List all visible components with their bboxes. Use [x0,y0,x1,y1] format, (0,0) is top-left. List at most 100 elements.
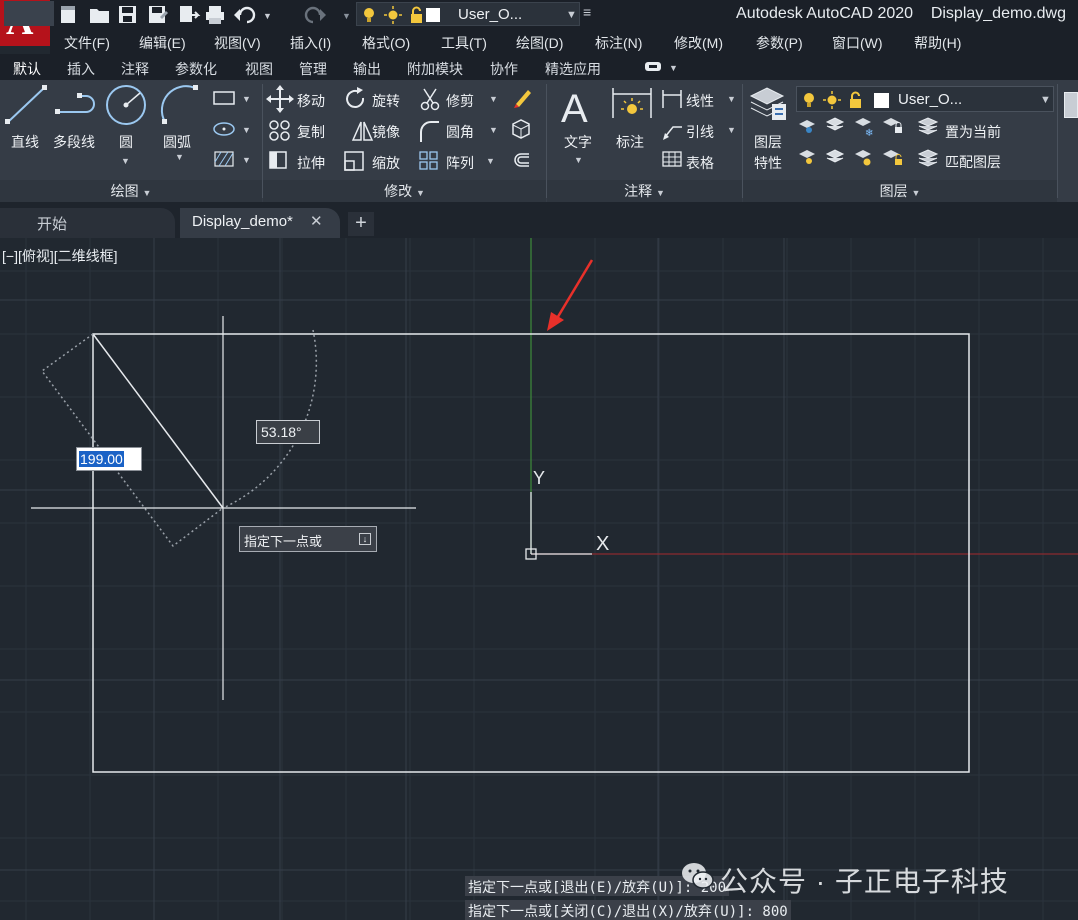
text-dropdown-icon[interactable]: ▼ [574,155,583,165]
circle-dropdown-icon[interactable]: ▼ [121,156,130,166]
stretch-icon[interactable] [269,151,287,169]
table-button[interactable]: 表格 [686,153,714,173]
ribbon-tab-addins[interactable]: 附加模块 [407,59,463,79]
scale-button[interactable]: 缩放 [372,153,400,173]
layer-freeze-icon[interactable]: ❄ [855,118,873,139]
fillet-dropdown-icon[interactable]: ▼ [489,125,498,135]
plot-icon[interactable] [206,6,224,24]
drawing-layer[interactable] [0,238,1078,920]
text-button[interactable]: 文字 [564,132,592,152]
line-button[interactable]: 直线 [11,132,39,152]
ribbon-tab-annotate[interactable]: 注释 [121,59,149,79]
layer-off-icon[interactable] [799,120,815,133]
mirror-icon[interactable] [351,121,374,141]
layer-walk-icon[interactable] [825,149,845,163]
menu-parametric[interactable]: 参数(P) [756,33,803,53]
annotation-panel-title[interactable]: 注释 ▼ [547,181,742,201]
fillet-icon[interactable] [420,121,439,142]
ribbon-tab-view[interactable]: 视图 [245,59,273,79]
arc-button[interactable]: 圆弧 [163,132,191,152]
ribbon-tab-insert[interactable]: 插入 [67,59,95,79]
polyline-icon[interactable] [55,93,95,114]
array-dropdown-icon[interactable]: ▼ [486,156,495,166]
menu-insert[interactable]: 插入(I) [290,33,331,53]
ribbon-tab-parametric[interactable]: 参数化 [175,59,217,79]
trim-button[interactable]: 修剪 [446,91,474,111]
redo-icon[interactable] [304,6,326,24]
menu-window[interactable]: 窗口(W) [832,33,883,53]
linear-button[interactable]: 线性 [686,91,714,111]
rectangle-dropdown-icon[interactable]: ▼ [242,94,251,104]
trim-dropdown-icon[interactable]: ▼ [489,94,498,104]
ribbon-tab-manage[interactable]: 管理 [299,59,327,79]
circle-button[interactable]: 圆 [119,132,133,152]
menu-dimension[interactable]: 标注(N) [595,33,642,53]
layer-isolate-icon[interactable] [825,117,845,131]
draw-panel-title[interactable]: 绘图 ▼ [0,181,262,201]
tab-start[interactable]: 开始 [0,208,175,238]
undo-icon[interactable] [234,6,256,24]
match-layer-icon[interactable] [917,149,939,167]
polyline-button[interactable]: 多段线 [53,132,95,152]
leader-icon[interactable] [663,126,682,140]
layer-properties-button[interactable]: 图层 [754,132,782,152]
move-button[interactable]: 移动 [297,91,325,111]
menu-file[interactable]: 文件(F) [64,33,110,53]
ribbon-minimize-button[interactable]: ▼ [643,60,683,74]
copy-icon[interactable] [269,120,290,141]
array-button[interactable]: 阵列 [446,153,474,173]
arc-dropdown-icon[interactable]: ▼ [175,152,184,162]
arc-icon[interactable] [160,85,198,124]
match-layer-button[interactable]: 匹配图层 [945,152,1001,172]
keyboard-down-icon[interactable]: ↓ [359,533,371,545]
ribbon-tab-collaborate[interactable]: 协作 [490,59,518,79]
fillet-button[interactable]: 圆角 [446,122,474,142]
save-icon[interactable] [119,6,136,23]
layers-panel-title[interactable]: 图层 ▼ [743,181,1057,201]
publish-icon[interactable] [180,6,201,22]
menu-modify[interactable]: 修改(M) [674,33,723,53]
set-current-icon[interactable] [917,117,939,135]
linear-dropdown-icon[interactable]: ▼ [727,94,736,104]
erase-icon[interactable] [514,90,531,108]
menu-view[interactable]: 视图(V) [214,33,261,53]
dimension-icon[interactable] [612,88,652,118]
scale-icon[interactable] [344,151,364,171]
leader-dropdown-icon[interactable]: ▼ [727,125,736,135]
block-panel-icon[interactable] [1064,92,1078,118]
line-icon[interactable] [5,85,47,124]
tab-display-demo[interactable]: Display_demo* ✕ [180,208,340,238]
ribbon-tab-default[interactable]: 默认 [13,59,41,79]
rotate-button[interactable]: 旋转 [372,91,400,111]
linear-dim-icon[interactable] [662,90,682,108]
layer-thaw-icon[interactable] [855,150,871,166]
menu-draw[interactable]: 绘图(D) [516,33,563,53]
set-current-layer-button[interactable]: 置为当前 [945,122,1001,142]
line-entity[interactable] [92,333,224,509]
menu-tools[interactable]: 工具(T) [441,33,487,53]
undo-dropdown-icon[interactable]: ▼ [263,11,272,21]
length-input[interactable]: 199.00 [76,447,142,471]
leader-button[interactable]: 引线 [686,122,714,142]
layer-on-icon[interactable] [799,150,815,164]
layer-lock-icon[interactable] [883,118,902,133]
move-icon[interactable] [266,85,294,113]
new-icon[interactable] [61,6,75,23]
mirror-button[interactable]: 镜像 [372,122,400,142]
ellipse-dropdown-icon[interactable]: ▼ [242,125,251,135]
text-icon[interactable]: A [561,87,588,131]
dimension-button[interactable]: 标注 [616,132,644,152]
rectangle-icon[interactable] [213,91,235,105]
close-icon[interactable]: ✕ [310,212,323,230]
menu-format[interactable]: 格式(O) [362,33,410,53]
ellipse-icon[interactable] [213,122,235,136]
angle-input[interactable]: 53.18° [256,420,320,444]
quick-layer-dropdown[interactable]: User_O... ▼ [356,2,580,26]
menu-edit[interactable]: 编辑(E) [139,33,186,53]
layer-unlock-icon[interactable] [883,150,902,165]
trim-icon[interactable] [420,88,440,111]
layer-properties-button-line2[interactable]: 特性 [754,153,782,173]
saveas-icon[interactable] [149,6,168,23]
table-icon[interactable] [662,151,682,167]
modify-panel-title[interactable]: 修改 ▼ [263,181,546,201]
